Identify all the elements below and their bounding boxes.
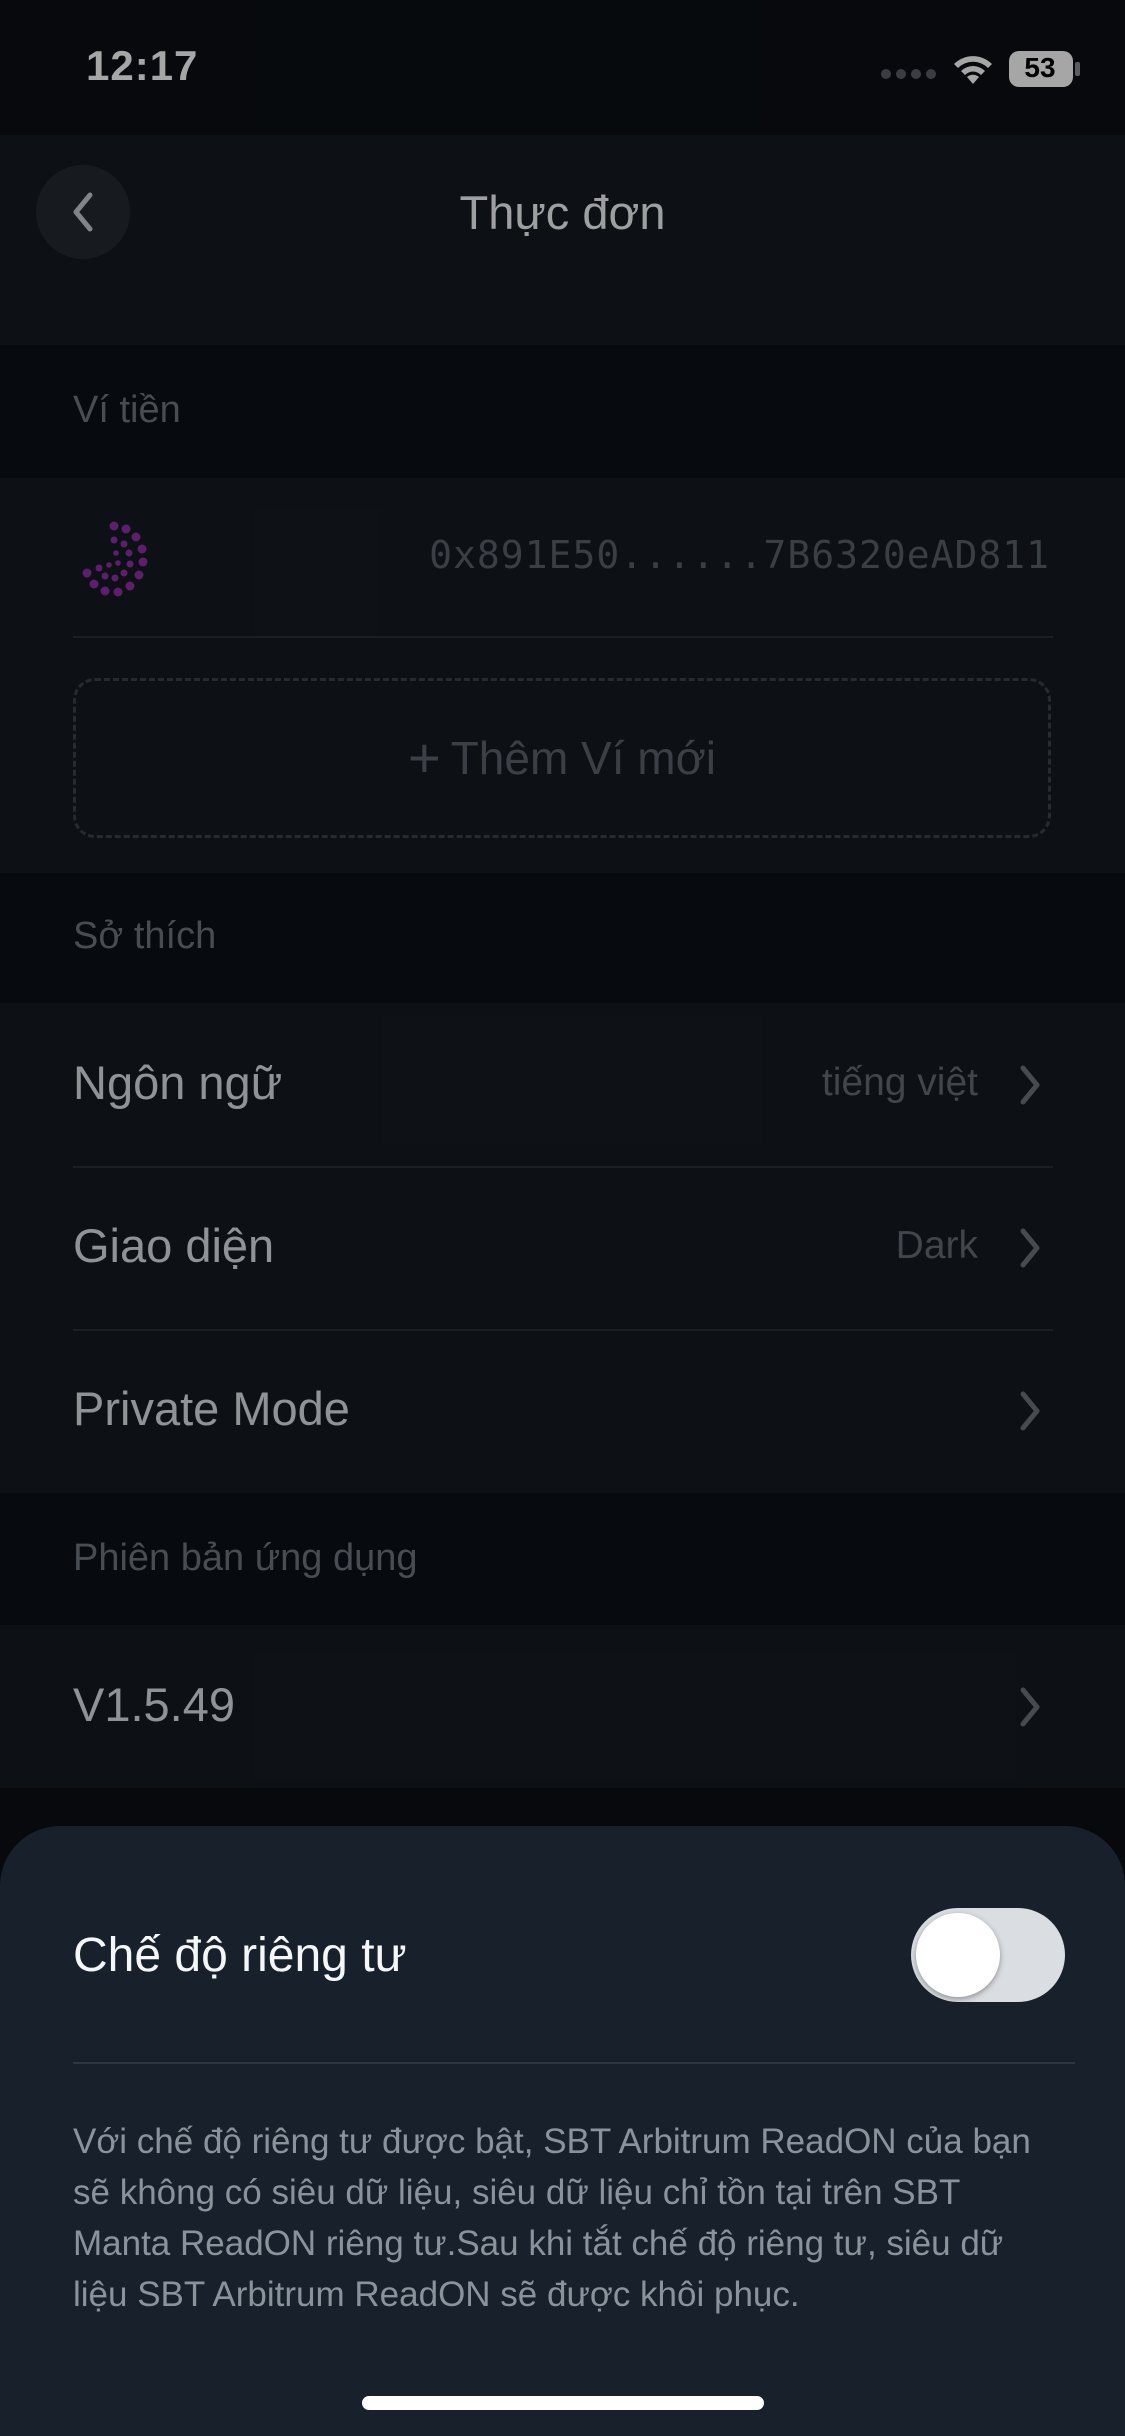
- version-section-header: Phiên bản ứng dụng: [0, 1493, 1125, 1625]
- page-title: Thực đơn: [459, 186, 666, 239]
- chevron-right-icon: [1020, 1065, 1040, 1105]
- private-mode-description: Với chế độ riêng tư được bật, SBT Arbitr…: [73, 2122, 1031, 2314]
- wallet-section-header: Ví tiền: [0, 345, 1125, 478]
- battery-level: 53: [1024, 52, 1056, 83]
- private-mode-sheet: Chế độ riêng tư Với chế độ riêng tư được…: [0, 1826, 1125, 2436]
- version-label: V1.5.49: [73, 1678, 236, 1731]
- wallet-row[interactable]: 0x891E50......7B6320eAD811: [0, 478, 1125, 638]
- chevron-right-icon: [1020, 1687, 1040, 1727]
- version-section-title: Phiên bản ứng dụng: [73, 1537, 418, 1579]
- preferences-section-header: Sở thích: [0, 873, 1125, 1003]
- language-value: tiếng việt: [821, 1061, 978, 1104]
- version-section: V1.5.49: [0, 1625, 1125, 1788]
- private-mode-row[interactable]: Private Mode: [0, 1329, 1125, 1492]
- private-mode-label: Private Mode: [73, 1382, 350, 1435]
- chevron-right-icon: [1020, 1228, 1040, 1268]
- nav-bar: Thực đơn: [0, 135, 1125, 345]
- wallet-logo-icon: [82, 521, 148, 597]
- private-mode-toggle[interactable]: [911, 1908, 1065, 2002]
- status-bar: 12:17 53: [0, 0, 1125, 135]
- wallet-section-title: Ví tiền: [73, 389, 181, 431]
- cellular-signal-icon: [881, 69, 936, 79]
- private-mode-title: Chế độ riêng tư: [73, 1929, 407, 1982]
- add-wallet-label: Thêm Ví mới: [450, 732, 716, 784]
- divider: [73, 2062, 1075, 2064]
- preferences-section-title: Sở thích: [73, 915, 217, 957]
- home-indicator[interactable]: [362, 2396, 764, 2410]
- version-row[interactable]: V1.5.49: [0, 1625, 1125, 1788]
- language-label: Ngôn ngữ: [73, 1056, 283, 1109]
- status-time: 12:17: [86, 42, 199, 89]
- divider: [73, 636, 1053, 638]
- plus-icon: +: [407, 726, 441, 789]
- theme-label: Giao diện: [73, 1219, 275, 1272]
- language-row[interactable]: Ngôn ngữ tiếng việt: [0, 1003, 1125, 1166]
- theme-value: Dark: [895, 1224, 978, 1267]
- toggle-knob: [916, 1913, 1000, 1997]
- screen: 12:17 53 Thực đơn Ví tiền 0x891E50......…: [0, 0, 1125, 2436]
- wallet-address: 0x891E50......7B6320eAD811: [429, 533, 1050, 577]
- wifi-icon: [954, 56, 992, 84]
- preferences-section: Ngôn ngữ tiếng việt Giao diện Dark Priva…: [0, 1003, 1125, 1493]
- theme-row[interactable]: Giao diện Dark: [0, 1166, 1125, 1329]
- add-wallet-button[interactable]: + Thêm Ví mới: [73, 678, 1051, 838]
- chevron-right-icon: [1020, 1391, 1040, 1431]
- wallet-section: 0x891E50......7B6320eAD811 + Thêm Ví mới: [0, 478, 1125, 873]
